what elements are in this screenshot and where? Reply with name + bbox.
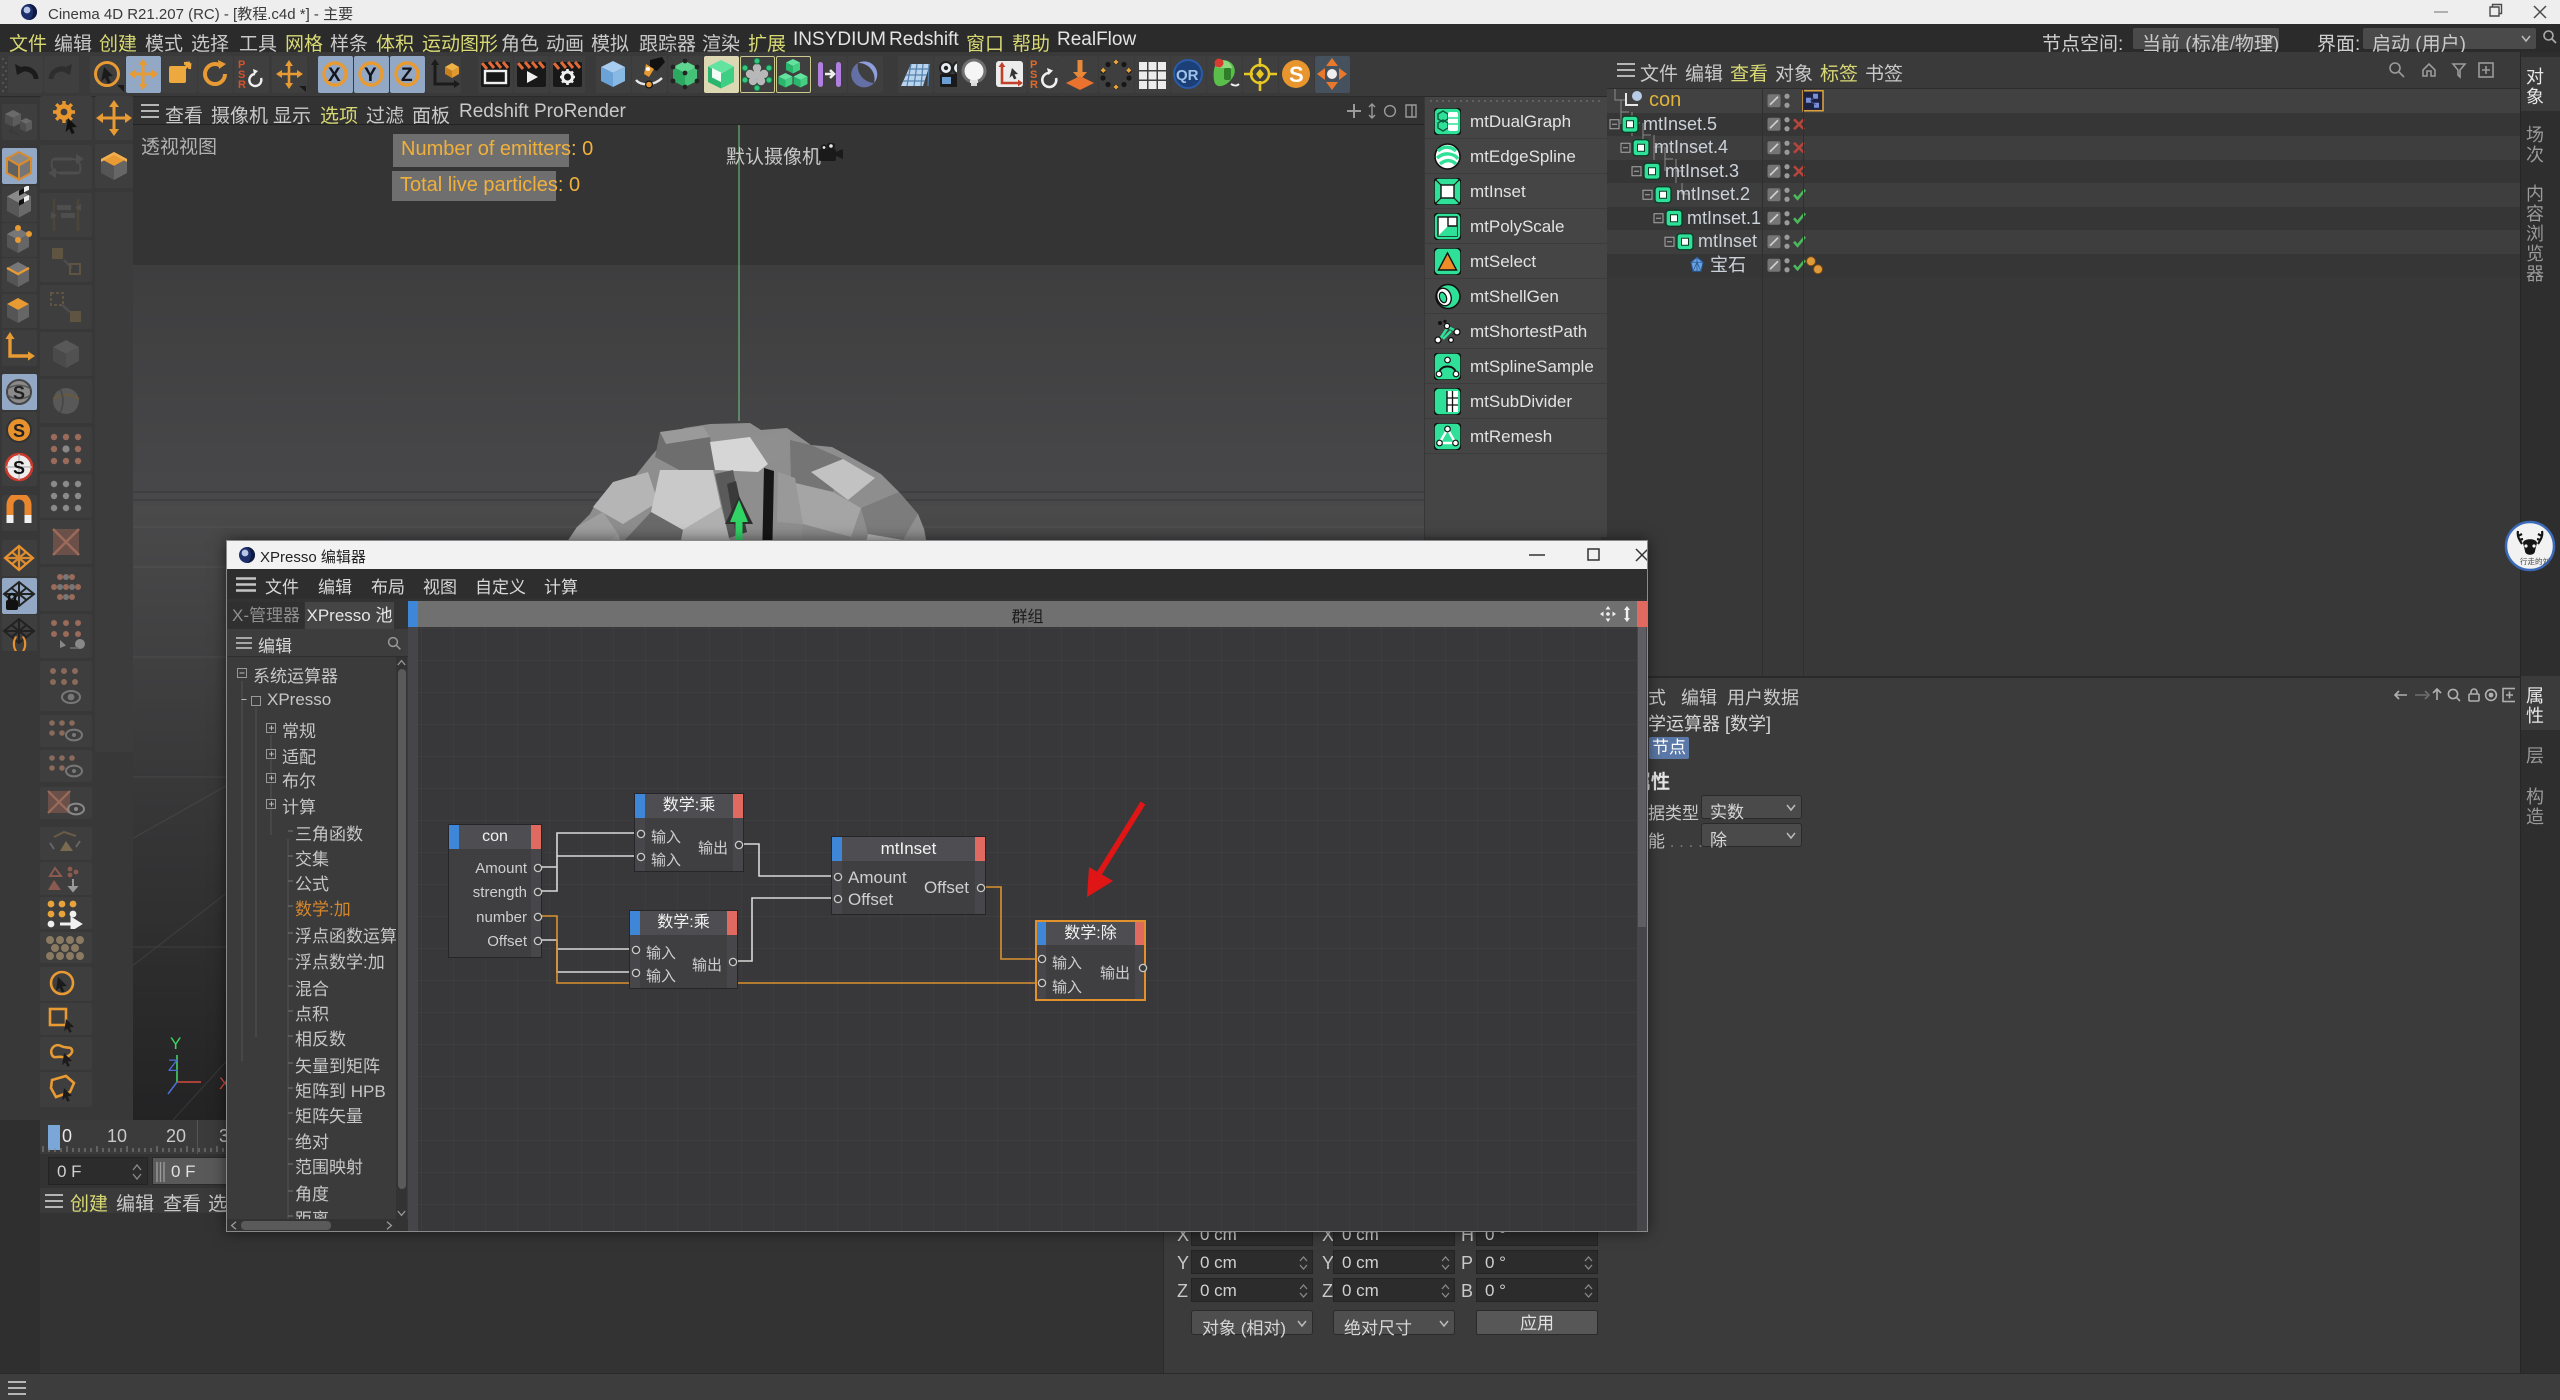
svg-text:S: S <box>1289 62 1304 87</box>
svg-text:Y: Y <box>364 65 377 86</box>
svg-text:R: R <box>1030 79 1038 91</box>
svg-text:行走的刘: 行走的刘 <box>2520 556 2550 566</box>
svg-text:X: X <box>328 65 341 86</box>
svg-text:( ): ( ) <box>12 635 27 651</box>
svg-text:Y: Y <box>170 1034 181 1053</box>
svg-text:Z: Z <box>168 1056 178 1075</box>
svg-text:S: S <box>13 458 25 478</box>
svg-text:S: S <box>13 421 25 441</box>
svg-text:QR: QR <box>1176 67 1199 84</box>
svg-text:S: S <box>13 383 25 403</box>
svg-text:Z: Z <box>401 65 413 86</box>
svg-text:R: R <box>238 79 246 91</box>
